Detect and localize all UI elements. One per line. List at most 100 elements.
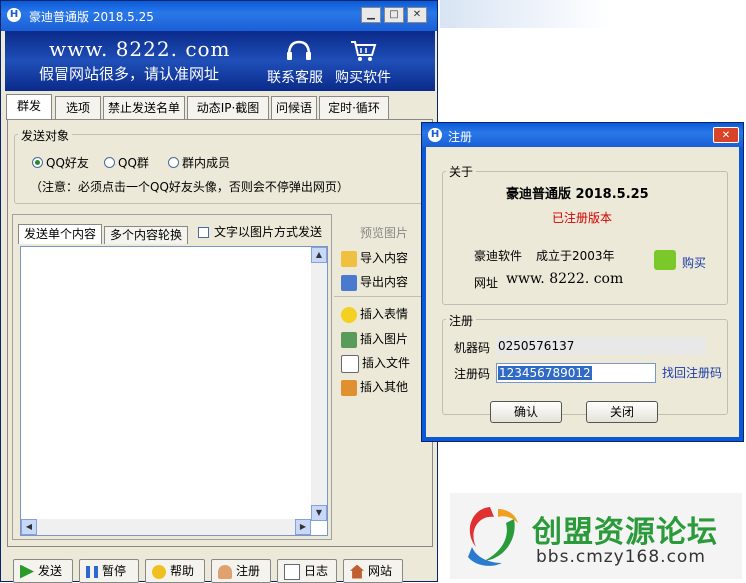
preview-image-button[interactable]: 预览图片: [360, 224, 408, 241]
website-button[interactable]: 网站: [343, 559, 403, 583]
target-note: （注意：必须点击一个QQ好友头像，否则会不停弹出网页）: [30, 180, 349, 194]
minimize-button[interactable]: ▁: [361, 7, 381, 23]
insert-emoji-button[interactable]: 插入表情: [341, 304, 408, 324]
help-label: 帮助: [170, 564, 195, 578]
send-button[interactable]: 发送: [13, 559, 73, 583]
play-icon: [20, 564, 34, 579]
main-window: H 豪迪普通版 2018.5.25 ▁ □ ✕ www. 8222. com 假…: [0, 0, 438, 583]
site-label: 网址: [474, 276, 499, 290]
scroll-left-arrow-icon[interactable]: ◀: [21, 519, 37, 535]
registered-status: 已注册版本: [552, 211, 613, 225]
pause-label: 暂停: [102, 564, 127, 578]
export-content-label: 导出内容: [360, 275, 409, 289]
tab-schedule[interactable]: 定时·循环: [319, 96, 389, 119]
tab-greeting[interactable]: 问候语: [271, 96, 317, 119]
buy-link[interactable]: 购买: [682, 254, 706, 271]
help-icon: [152, 564, 166, 579]
insert-file-label: 插入文件: [362, 356, 411, 370]
radio-qq-group-label[interactable]: QQ群: [118, 154, 149, 171]
target-group-label: 发送对象: [18, 127, 73, 144]
radio-group-member[interactable]: [168, 157, 179, 168]
watermark-url: bbs.cmzy168.com: [536, 547, 706, 567]
register-code-label: 注册码: [454, 367, 491, 381]
insert-other-button[interactable]: 插入其他: [341, 377, 408, 397]
company-name: 豪迪软件: [474, 249, 523, 263]
save-icon: [341, 274, 357, 291]
window-title: 豪迪普通版 2018.5.25: [29, 10, 154, 24]
user-icon: [218, 564, 232, 579]
banner-site[interactable]: www. 8222. com: [49, 37, 231, 61]
tab-dynamic-ip[interactable]: 动态IP·截图: [187, 96, 269, 119]
scroll-up-arrow-icon[interactable]: ▲: [311, 247, 327, 263]
recover-code-link[interactable]: 找回注册码: [662, 364, 722, 381]
site-url[interactable]: www. 8222. com: [506, 271, 623, 287]
import-content-label: 导入内容: [360, 251, 409, 265]
register-code-value: 123456789012: [498, 366, 592, 380]
pause-button[interactable]: 暂停: [79, 559, 139, 583]
scroll-down-arrow-icon[interactable]: ▼: [311, 505, 327, 521]
about-group-label: 关于: [446, 163, 477, 180]
website-label: 网站: [368, 564, 393, 578]
tab-panel: 发送对象 QQ好友 QQ群 群内成员 （注意：必须点击一个QQ好友头像，否则会不…: [7, 119, 433, 547]
export-content-button[interactable]: 导出内容: [341, 272, 408, 292]
app-logo-icon: H: [7, 8, 21, 22]
maximize-button[interactable]: □: [384, 7, 404, 23]
tab-options[interactable]: 选项: [55, 96, 101, 119]
watermark-logo-icon: [468, 507, 518, 566]
headset-icon[interactable]: [285, 39, 313, 63]
dialog-titlebar[interactable]: H 注册 ✕: [422, 123, 743, 147]
banner-slogan: 假冒网站很多，请认准网址: [39, 65, 220, 83]
home-icon: [350, 564, 364, 579]
insert-file-button[interactable]: 插入文件: [341, 353, 410, 373]
radio-group-member-label[interactable]: 群内成员: [182, 154, 230, 171]
machine-code-field[interactable]: 0250576137: [496, 337, 706, 355]
tab-blocklist[interactable]: 禁止发送名单: [103, 96, 185, 119]
tab-mass-send[interactable]: 群发: [6, 94, 52, 120]
log-icon: [284, 563, 300, 580]
watermark: 创盟资源论坛 bbs.cmzy168.com: [450, 493, 742, 579]
radio-qq-group[interactable]: [104, 157, 115, 168]
insert-image-label: 插入图片: [360, 332, 409, 346]
tab-multi-content[interactable]: 多个内容轮换: [104, 226, 188, 244]
vertical-scrollbar[interactable]: ▲ ▼: [311, 247, 327, 521]
message-editor[interactable]: ▲ ▼ ◀ ▶: [20, 246, 328, 536]
main-titlebar[interactable]: H 豪迪普通版 2018.5.25 ▁ □ ✕: [1, 1, 437, 31]
dialog-body: 关于 豪迪普通版 2018.5.25 已注册版本 豪迪软件 成立于2003年 网…: [426, 147, 739, 437]
help-button[interactable]: 帮助: [145, 559, 205, 583]
folder-icon: [341, 250, 357, 267]
confirm-button[interactable]: 确认: [490, 401, 562, 423]
file-icon: [341, 354, 359, 373]
founded-year: 成立于2003年: [536, 249, 615, 263]
buy-software-link[interactable]: 购买软件: [335, 67, 391, 87]
app-logo-icon: H: [428, 128, 442, 142]
tab-single-content[interactable]: 发送单个内容: [18, 224, 102, 244]
close-button[interactable]: ✕: [407, 7, 427, 23]
register-button[interactable]: 注册: [211, 559, 271, 583]
radio-qq-friend-label[interactable]: QQ好友: [46, 154, 89, 171]
contact-support-link[interactable]: 联系客服: [267, 67, 323, 87]
insert-image-button[interactable]: 插入图片: [341, 329, 408, 349]
dialog-close-button[interactable]: ✕: [713, 127, 739, 143]
dialog-close-text-button[interactable]: 关闭: [586, 401, 658, 423]
cart-icon[interactable]: [349, 39, 377, 63]
register-code-input[interactable]: 123456789012: [496, 363, 656, 383]
watermark-name: 创盟资源论坛: [532, 515, 718, 550]
buy-cart-icon[interactable]: [654, 250, 676, 270]
import-content-button[interactable]: 导入内容: [341, 248, 408, 268]
divider: [334, 296, 430, 297]
image-send-label[interactable]: 文字以图片方式发送: [214, 223, 322, 240]
machine-code-label: 机器码: [454, 341, 491, 355]
insert-other-label: 插入其他: [360, 380, 409, 394]
dialog-title: 注册: [448, 130, 473, 144]
hand-icon: [341, 379, 357, 396]
banner: www. 8222. com 假冒网站很多，请认准网址 联系客服 购买软件: [5, 31, 435, 91]
picture-icon: [341, 331, 357, 348]
log-button[interactable]: 日志: [277, 559, 337, 583]
scroll-right-arrow-icon[interactable]: ▶: [295, 519, 311, 535]
send-label: 发送: [38, 564, 63, 578]
radio-qq-friend[interactable]: [32, 157, 43, 168]
register-group-label: 注册: [446, 312, 477, 329]
register-dialog: H 注册 ✕ 关于 豪迪普通版 2018.5.25 已注册版本 豪迪软件 成立于…: [421, 122, 744, 442]
horizontal-scrollbar[interactable]: ◀ ▶: [21, 519, 311, 535]
image-send-checkbox[interactable]: [198, 227, 209, 238]
